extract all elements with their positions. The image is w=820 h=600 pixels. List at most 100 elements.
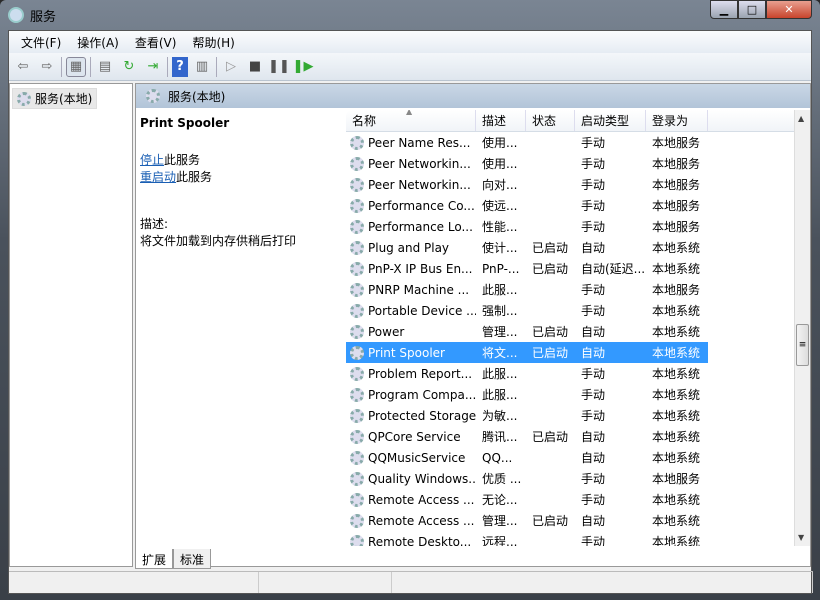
action-pane-icon[interactable]: ▥ <box>192 57 212 77</box>
service-status: 已启动 <box>532 241 569 255</box>
vertical-scrollbar[interactable]: ▲ ≡ ▼ <box>794 110 810 546</box>
service-row[interactable]: Print Spooler 将文... 已启动 自动 本地系统 <box>346 342 708 363</box>
service-description: 管理... <box>482 325 518 339</box>
services-pane: 服务(本地) Print Spooler 停止此服务 重启动此服务 描述: 将文… <box>135 83 811 567</box>
service-row[interactable]: Remote Access ... 管理... 已启动 自动 本地系统 <box>346 510 708 531</box>
toolbar: ⇦ ⇨ ▦ ▤ ↻ ⇥ ? ▥ ▷ ■ ❚❚ ❚▶ <box>9 53 811 81</box>
service-description: 使计... <box>482 241 518 255</box>
service-status: 已启动 <box>532 514 569 528</box>
menu-help[interactable]: 帮助(H) <box>184 34 242 51</box>
service-row[interactable]: Power 管理... 已启动 自动 本地系统 <box>346 321 708 342</box>
column-log-on-as[interactable]: 登录为 <box>646 110 708 131</box>
service-gear-icon <box>350 135 364 150</box>
service-name: Portable Device ... <box>346 303 476 318</box>
service-row[interactable]: Quality Windows... 优质 ... 手动 本地服务 <box>346 468 708 489</box>
sort-ascending-icon: ▲ <box>406 110 413 116</box>
service-description: 无论... <box>482 493 518 507</box>
service-row[interactable]: Plug and Play 使计... 已启动 自动 本地系统 <box>346 237 708 258</box>
service-startup-type: 自动 <box>581 430 606 444</box>
service-row[interactable]: Program Compa... 此服... 手动 本地系统 <box>346 384 708 405</box>
service-row[interactable]: Portable Device ... 强制... 手动 本地系统 <box>346 300 708 321</box>
service-row[interactable]: Protected Storage 为敏... 手动 本地系统 <box>346 405 708 426</box>
title-bar: 服务 <box>8 4 56 26</box>
gear-icon <box>17 91 31 106</box>
service-row[interactable]: Peer Networkin... 向对... 手动 本地服务 <box>346 174 708 195</box>
service-startup-type: 手动 <box>581 136 606 150</box>
close-button[interactable]: ✕ <box>766 0 812 19</box>
service-logon: 本地系统 <box>652 304 701 318</box>
service-startup-type: 自动 <box>581 514 606 528</box>
service-gear-icon <box>350 303 364 318</box>
service-name: Protected Storage <box>346 408 476 423</box>
service-row[interactable]: QQMusicService QQ... 自动 本地系统 <box>346 447 708 468</box>
restart-service-link[interactable]: 重启动 <box>140 170 176 184</box>
start-icon[interactable]: ▷ <box>221 57 241 77</box>
service-logon: 本地系统 <box>652 346 701 360</box>
service-name: PnP-X IP Bus En... <box>346 261 476 276</box>
service-gear-icon <box>350 408 364 423</box>
service-startup-type: 自动 <box>581 241 606 255</box>
column-status[interactable]: 状态 <box>526 110 575 131</box>
tree-node-services-local[interactable]: 服务(本地) <box>12 88 98 109</box>
maximize-button[interactable]: □ <box>738 0 766 19</box>
help-icon[interactable]: ? <box>172 56 188 77</box>
services-list: 名称 描述 状态 启动类型 登录为 ▲ Peer Name Res... 使用..… <box>346 110 794 546</box>
refresh-icon[interactable]: ↻ <box>119 57 139 77</box>
service-startup-type: 手动 <box>581 199 606 213</box>
service-name: Peer Networkin... <box>346 177 476 192</box>
service-description: PnP-... <box>482 261 520 276</box>
column-description[interactable]: 描述 <box>476 110 526 131</box>
menu-bar: 文件(F) 操作(A) 查看(V) 帮助(H) <box>9 31 811 53</box>
service-startup-type: 自动 <box>581 346 606 360</box>
show-hide-tree-icon[interactable]: ▦ <box>66 56 86 77</box>
service-gear-icon <box>350 156 364 171</box>
scroll-down-icon[interactable]: ▼ <box>798 533 804 542</box>
export-icon[interactable]: ⇥ <box>143 57 163 77</box>
scroll-up-icon[interactable]: ▲ <box>798 114 804 123</box>
stop-icon[interactable]: ■ <box>245 57 265 77</box>
service-logon: 本地系统 <box>652 262 701 276</box>
tree-pane: 服务(本地) <box>9 83 133 567</box>
service-gear-icon <box>350 387 364 402</box>
service-row[interactable]: Problem Report... 此服... 手动 本地系统 <box>346 363 708 384</box>
service-row[interactable]: Peer Name Res... 使用... 手动 本地服务 <box>346 132 708 153</box>
detail-panel: Print Spooler 停止此服务 重启动此服务 描述: 将文件加载到内存供… <box>140 116 340 250</box>
service-gear-icon <box>350 282 364 297</box>
restart-icon[interactable]: ❚▶ <box>293 57 314 77</box>
scrollbar-thumb[interactable]: ≡ <box>796 324 809 366</box>
service-row[interactable]: PNRP Machine ... 此服... 手动 本地服务 <box>346 279 708 300</box>
properties-icon[interactable]: ▤ <box>95 57 115 77</box>
service-gear-icon <box>350 177 364 192</box>
menu-file[interactable]: 文件(F) <box>13 34 69 51</box>
column-startup-type[interactable]: 启动类型 <box>575 110 646 131</box>
service-logon: 本地服务 <box>652 220 701 234</box>
forward-icon[interactable]: ⇨ <box>37 57 57 77</box>
pause-icon[interactable]: ❚❚ <box>268 57 290 77</box>
tab-extended[interactable]: 扩展 <box>135 549 174 569</box>
menu-action[interactable]: 操作(A) <box>69 34 127 51</box>
service-row[interactable]: QPCore Service 腾讯... 已启动 自动 本地系统 <box>346 426 708 447</box>
service-description: 管理... <box>482 514 518 528</box>
service-name: Problem Report... <box>346 366 476 381</box>
service-row[interactable]: Remote Access ... 无论... 手动 本地系统 <box>346 489 708 510</box>
service-gear-icon <box>350 429 364 444</box>
service-row[interactable]: Peer Networkin... 使用... 手动 本地服务 <box>346 153 708 174</box>
service-name: Print Spooler <box>346 345 476 360</box>
stop-service-link[interactable]: 停止 <box>140 153 164 167</box>
service-logon: 本地服务 <box>652 199 701 213</box>
service-row[interactable]: Remote Deskto... 远程... 手动 本地系统 <box>346 531 708 546</box>
service-gear-icon <box>350 261 364 276</box>
service-gear-icon <box>350 198 364 213</box>
minimize-button[interactable]: ▁ <box>710 0 738 19</box>
service-name: Program Compa... <box>346 387 476 402</box>
menu-view[interactable]: 查看(V) <box>127 34 185 51</box>
service-row[interactable]: Performance Lo... 性能... 手动 本地服务 <box>346 216 708 237</box>
tab-standard[interactable]: 标准 <box>173 549 212 569</box>
service-name: Remote Access ... <box>346 513 476 528</box>
service-row[interactable]: Performance Co... 使远... 手动 本地服务 <box>346 195 708 216</box>
service-startup-type: 自动 <box>581 451 606 465</box>
service-name: Plug and Play <box>346 240 476 255</box>
back-icon[interactable]: ⇦ <box>13 57 33 77</box>
service-logon: 本地服务 <box>652 136 701 150</box>
service-row[interactable]: PnP-X IP Bus En... PnP-... 已启动 自动(延迟... 本地系统 <box>346 258 708 279</box>
